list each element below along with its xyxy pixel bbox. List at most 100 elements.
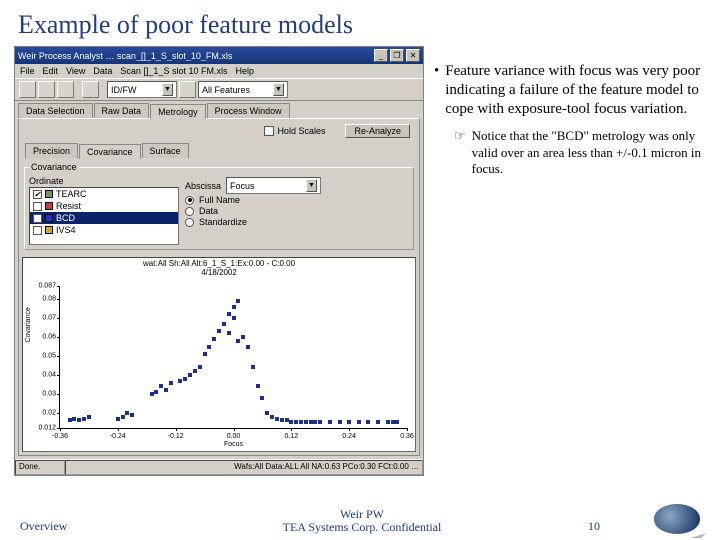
tab-data-selection[interactable]: Data Selection [18,103,93,118]
toolbar-icon[interactable] [57,81,74,98]
data-point [275,417,279,421]
tab-precision[interactable]: Precision [25,143,78,158]
data-point [130,413,134,417]
data-point [77,418,81,422]
covariance-group: Covariance Ordinate TEARCResistBCDIVS4 A… [24,162,414,250]
toolbar-icon[interactable] [82,81,99,98]
data-point [212,337,216,341]
data-point [376,420,380,424]
menu-view[interactable]: View [66,66,85,76]
data-point [87,415,91,419]
status-right: Wafs:All Data:ALL All NA:0.63 PCo:0.30 F… [65,460,423,475]
data-point [232,305,236,309]
data-point [270,415,274,419]
tab-covariance[interactable]: Covariance [79,144,141,159]
feature-item[interactable]: BCD [30,212,178,224]
chevron-down-icon: ▼ [162,83,173,96]
data-point [391,420,395,424]
data-point [169,381,173,385]
data-point [280,418,284,422]
data-point [232,316,236,320]
data-point [395,420,399,424]
toolbar-icon[interactable] [179,81,196,98]
data-point [222,322,226,326]
menu-data[interactable]: Data [93,66,112,76]
window-title: Weir Process Analyst … scan_[]_1_S_slot_… [18,51,372,61]
minimize-button[interactable]: _ [374,49,388,62]
globe-logo-icon [654,504,700,534]
tab-metrology[interactable]: Metrology [150,104,206,119]
tab-surface[interactable]: Surface [142,143,189,158]
toolbar-icon[interactable] [38,81,55,98]
filter-combo[interactable]: All Features▼ [198,81,288,98]
bullet-area: • Feature variance with focus was very p… [434,46,710,476]
data-point [198,365,202,369]
bullet-sub: ☞ Notice that the "BCD" metrology was on… [454,128,710,177]
chart-xlabel: Focus [224,441,243,448]
data-point [159,384,163,388]
hand-icon: ☞ [454,128,466,177]
feature-item[interactable]: TEARC [30,188,178,200]
data-point [241,335,245,339]
data-point [260,396,264,400]
radio-option[interactable]: Standardize [185,217,409,227]
feature-item[interactable]: Resist [30,200,178,212]
menu-file[interactable]: File [20,66,35,76]
main-tabs: Data Selection Raw Data Metrology Proces… [15,103,423,118]
radio-option[interactable]: Data [185,206,409,216]
data-point [299,420,303,424]
data-point [125,411,129,415]
titlebar: Weir Process Analyst … scan_[]_1_S_slot_… [15,47,423,64]
data-point [289,420,293,424]
footer: Overview Weir PWTEA Systems Corp. Confid… [0,504,720,534]
data-point [236,339,240,343]
slide-title: Example of poor feature models [0,0,720,40]
data-point [227,312,231,316]
data-point [203,352,207,356]
mode-combo[interactable]: ID/FW▼ [107,81,177,98]
reanalyze-button[interactable]: Re-Analyze [345,124,410,138]
app-window: Weir Process Analyst … scan_[]_1_S_slot_… [14,46,424,476]
data-point [121,415,125,419]
data-point [116,417,120,421]
data-point [285,418,289,422]
data-point [357,420,361,424]
page-number: 10 [534,519,654,534]
scatter-chart: wat:All Sh:All Alt:6_1_S_1:Ex:0.00 - C:0… [22,257,416,452]
data-point [318,420,322,424]
data-point [68,418,72,422]
data-point [150,392,154,396]
data-point [328,420,332,424]
data-point [154,390,158,394]
hold-scales-check[interactable]: Hold Scales [264,126,325,136]
abscissa-combo[interactable]: Focus ▼ [226,177,321,194]
close-button[interactable]: ✕ [406,49,420,62]
menu-help[interactable]: Help [235,66,254,76]
chart-title: wat:All Sh:All Alt:6_1_S_1:Ex:0.00 - C:0… [23,258,415,278]
tab-raw-data[interactable]: Raw Data [94,103,150,118]
data-point [338,420,342,424]
data-point [207,345,211,349]
toolbar: ID/FW▼ All Features▼ [15,78,423,101]
bullet-icon: • [434,62,439,118]
data-point [366,420,370,424]
radio-option[interactable]: Full Name [185,195,409,205]
data-point [188,373,192,377]
hold-scales-label: Hold Scales [277,126,325,136]
data-point [178,379,182,383]
chevron-down-icon: ▼ [273,83,284,96]
abscissa-combo-value: Focus [230,181,255,191]
toolbar-icon[interactable] [19,81,36,98]
data-point [227,331,231,335]
feature-list[interactable]: TEARCResistBCDIVS4 [29,187,179,245]
chevron-down-icon: ▼ [306,179,317,192]
data-point [386,420,390,424]
menu-scan[interactable]: Scan []_1_S slot 10 FM.xls [120,66,227,76]
data-point [72,417,76,421]
tab-process-window[interactable]: Process Window [207,103,290,118]
data-point [304,420,308,424]
data-point [265,411,269,415]
maximize-button[interactable]: ❐ [390,49,404,62]
feature-item[interactable]: IVS4 [30,224,178,236]
menu-edit[interactable]: Edit [43,66,59,76]
